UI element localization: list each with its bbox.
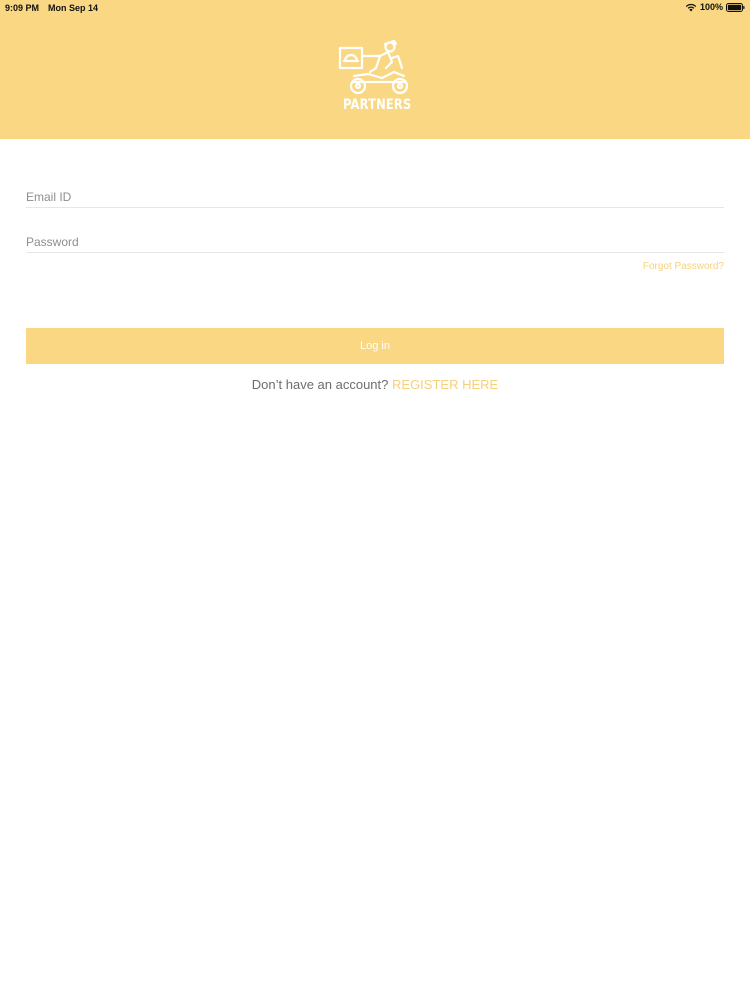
status-bar: 9:09 PM Mon Sep 14 100% [0,0,750,16]
delivery-scooter-icon [338,39,409,95]
password-input[interactable] [26,232,724,252]
register-prompt-text: Don’t have an account? [251,377,389,392]
logo-text: PARTNERS [343,97,412,113]
status-date: Mon Sep 14 [48,3,99,13]
forgot-password-link[interactable]: Forgot Password? [643,261,724,272]
email-field[interactable] [26,187,724,208]
email-input[interactable] [26,187,724,207]
header-banner: 9:09 PM Mon Sep 14 100% PARTNERS [0,0,750,139]
login-button[interactable]: Log in [26,328,724,364]
status-indicators: 100% [685,2,745,12]
wifi-icon [685,3,697,11]
login-screen: 9:09 PM Mon Sep 14 100% PARTNERS Email I… [0,0,750,1000]
partners-logo: PARTNERS [336,38,414,118]
register-prompt-line: Don’t have an account? REGISTER HERE [0,377,750,392]
status-time: 9:09 PM [5,3,40,13]
battery-icon [726,2,745,12]
password-field[interactable] [26,232,724,253]
register-link[interactable]: REGISTER HERE [392,377,498,392]
battery-percent: 100% [699,2,723,12]
